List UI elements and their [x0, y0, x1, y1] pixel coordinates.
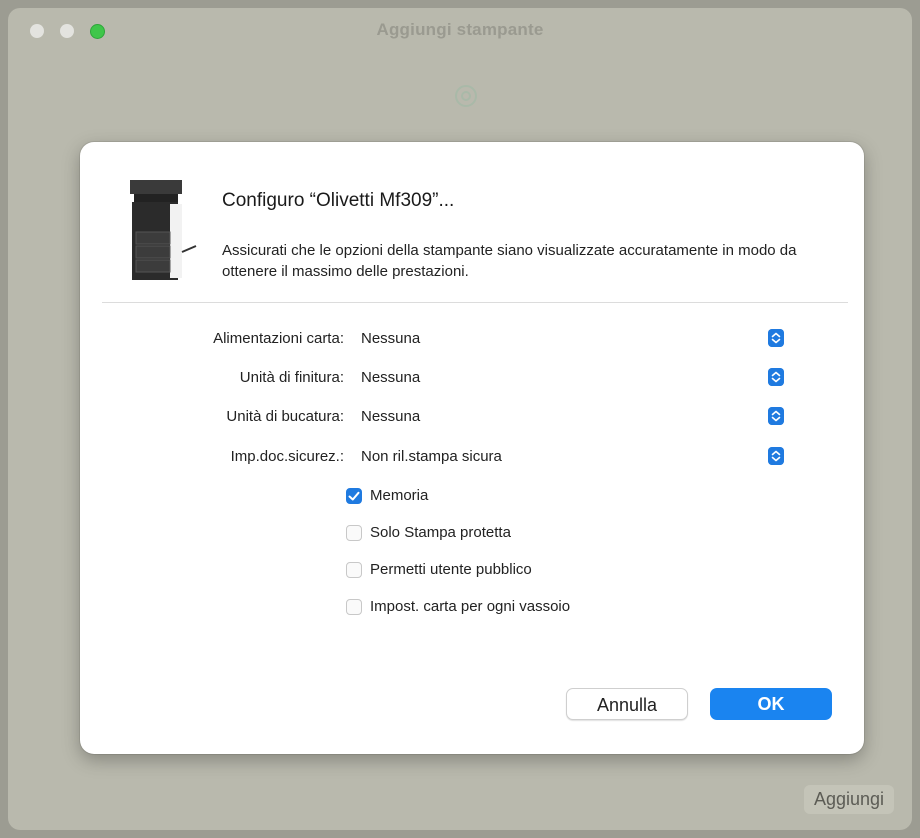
divider	[102, 302, 848, 303]
punch-unit-popup[interactable]: Nessuna	[352, 404, 784, 430]
popup-value: Nessuna	[361, 369, 421, 386]
option-label: Unità di finitura:	[239, 369, 344, 386]
stepper-updown-icon	[768, 329, 784, 347]
checkmark-icon	[348, 491, 360, 501]
option-label: Imp.doc.sicurez.:	[230, 448, 344, 465]
checkbox-label: Permetti utente pubblico	[370, 561, 532, 578]
sheet-title: Configuro “Olivetti Mf309”...	[222, 190, 455, 211]
option-label: Unità di bucatura:	[226, 408, 344, 425]
sheet-description: Assicurati che le opzioni della stampant…	[222, 242, 797, 280]
popup-value: Non ril.stampa sicura	[361, 448, 502, 465]
checkbox[interactable]	[346, 488, 362, 504]
checkbox-label: Memoria	[370, 487, 429, 504]
stepper-updown-icon	[768, 407, 784, 425]
titlebar: Aggiungi stampante	[8, 8, 912, 52]
checkbox[interactable]	[346, 525, 362, 541]
checkbox-label: Solo Stampa protetta	[370, 524, 511, 541]
cancel-button[interactable]: Annulla	[566, 688, 688, 720]
option-row-paper-feed: Alimentazioni carta: Nessuna	[80, 324, 864, 354]
checkbox[interactable]	[346, 599, 362, 615]
stepper-updown-icon	[768, 368, 784, 386]
finisher-popup[interactable]: Nessuna	[352, 365, 784, 391]
popup-value: Nessuna	[361, 408, 421, 425]
desktop-background: Aggiungi stampante Aggiungi Configuro “O…	[0, 0, 920, 838]
option-row-finisher: Unità di finitura: Nessuna	[80, 363, 864, 393]
popup-value: Nessuna	[361, 330, 421, 347]
option-row-secure-doc: Imp.doc.sicurez.: Non ril.stampa sicura	[80, 442, 864, 472]
option-row-punch: Unità di bucatura: Nessuna	[80, 402, 864, 432]
secure-doc-popup[interactable]: Non ril.stampa sicura	[352, 444, 784, 470]
ok-button[interactable]: OK	[710, 688, 832, 720]
checkbox-label: Impost. carta per ogni vassoio	[370, 598, 571, 615]
window-title: Aggiungi stampante	[376, 20, 544, 39]
checkbox[interactable]	[346, 562, 362, 578]
configure-printer-sheet: Configuro “Olivetti Mf309”... Assicurati…	[80, 142, 864, 754]
printer-icon	[130, 180, 197, 280]
option-label: Alimentazioni carta:	[213, 330, 344, 347]
paper-feed-popup[interactable]: Nessuna	[352, 326, 784, 352]
stepper-updown-icon	[768, 447, 784, 465]
printer-settings-icon[interactable]	[452, 82, 480, 110]
add-printer-button[interactable]: Aggiungi	[803, 785, 894, 814]
